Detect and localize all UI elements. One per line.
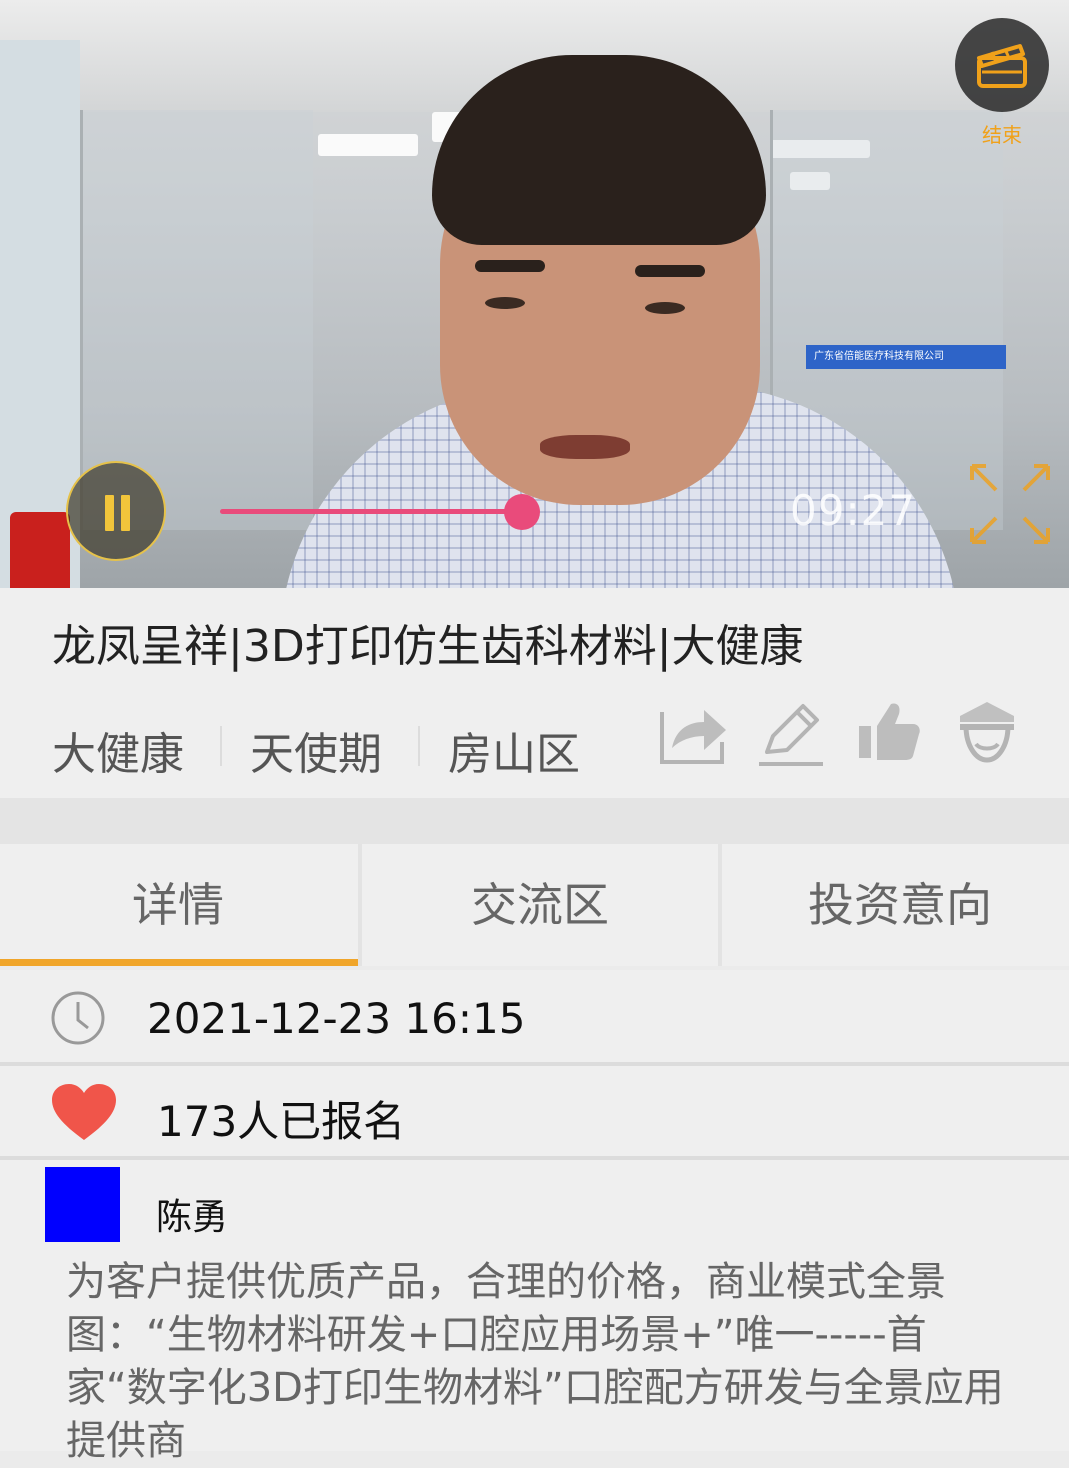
author-section: 陈勇 为客户提供优质产品，合理的价格，商业模式全景图：“生物材料研发+口腔应用场… [0, 1160, 1069, 1464]
share-icon[interactable] [658, 698, 728, 768]
section-gap [0, 798, 1069, 844]
signup-row: 173人已报名 [0, 1066, 1069, 1156]
pause-icon [105, 495, 114, 531]
tab-details[interactable]: 详情 [0, 844, 356, 966]
fire-extinguisher [10, 512, 70, 588]
event-datetime: 2021-12-23 16:15 [147, 994, 526, 1043]
clapperboard-icon [977, 44, 1027, 88]
signup-count: 173人已报名 [157, 1097, 406, 1146]
progress-bar[interactable] [220, 494, 780, 530]
progress-fill [220, 509, 523, 514]
author-name: 陈勇 [156, 1197, 229, 1238]
elapsed-time: 09:27 [790, 486, 917, 535]
thumbs-up-icon[interactable] [855, 698, 925, 768]
tag-industry: 大健康 [52, 729, 184, 780]
project-title: 龙凤呈祥|3D打印仿生齿科材料|大健康 [52, 621, 804, 672]
officer-icon[interactable] [952, 698, 1022, 768]
tag-stage: 天使期 [250, 729, 382, 780]
fullscreen-icon[interactable] [968, 462, 1052, 546]
tag-region: 房山区 [448, 729, 580, 780]
pause-button[interactable] [66, 461, 166, 561]
avatar[interactable] [45, 1167, 120, 1242]
datetime-row: 2021-12-23 16:15 [0, 970, 1069, 1062]
video-player[interactable]: 广东省倍能医疗科技有限公司 结束 09:27 [0, 0, 1069, 588]
heart-icon [52, 1084, 116, 1140]
tag-separator [220, 726, 222, 766]
tab-bar: 详情 交流区 投资意向 [0, 844, 1069, 966]
active-tab-indicator [0, 959, 358, 966]
end-button[interactable] [955, 18, 1049, 112]
end-label: 结束 [982, 123, 1022, 147]
project-info: 龙凤呈祥|3D打印仿生齿科材料|大健康 大健康 天使期 房山区 [0, 588, 1069, 798]
clock-icon [51, 991, 105, 1045]
project-description: 为客户提供优质产品，合理的价格，商业模式全景图：“生物材料研发+口腔应用场景+”… [66, 1259, 1004, 1464]
tab-investment-intent[interactable]: 投资意向 [722, 844, 1069, 966]
edit-icon[interactable] [757, 698, 827, 768]
tab-discussion[interactable]: 交流区 [362, 844, 718, 966]
tag-separator [418, 726, 420, 766]
